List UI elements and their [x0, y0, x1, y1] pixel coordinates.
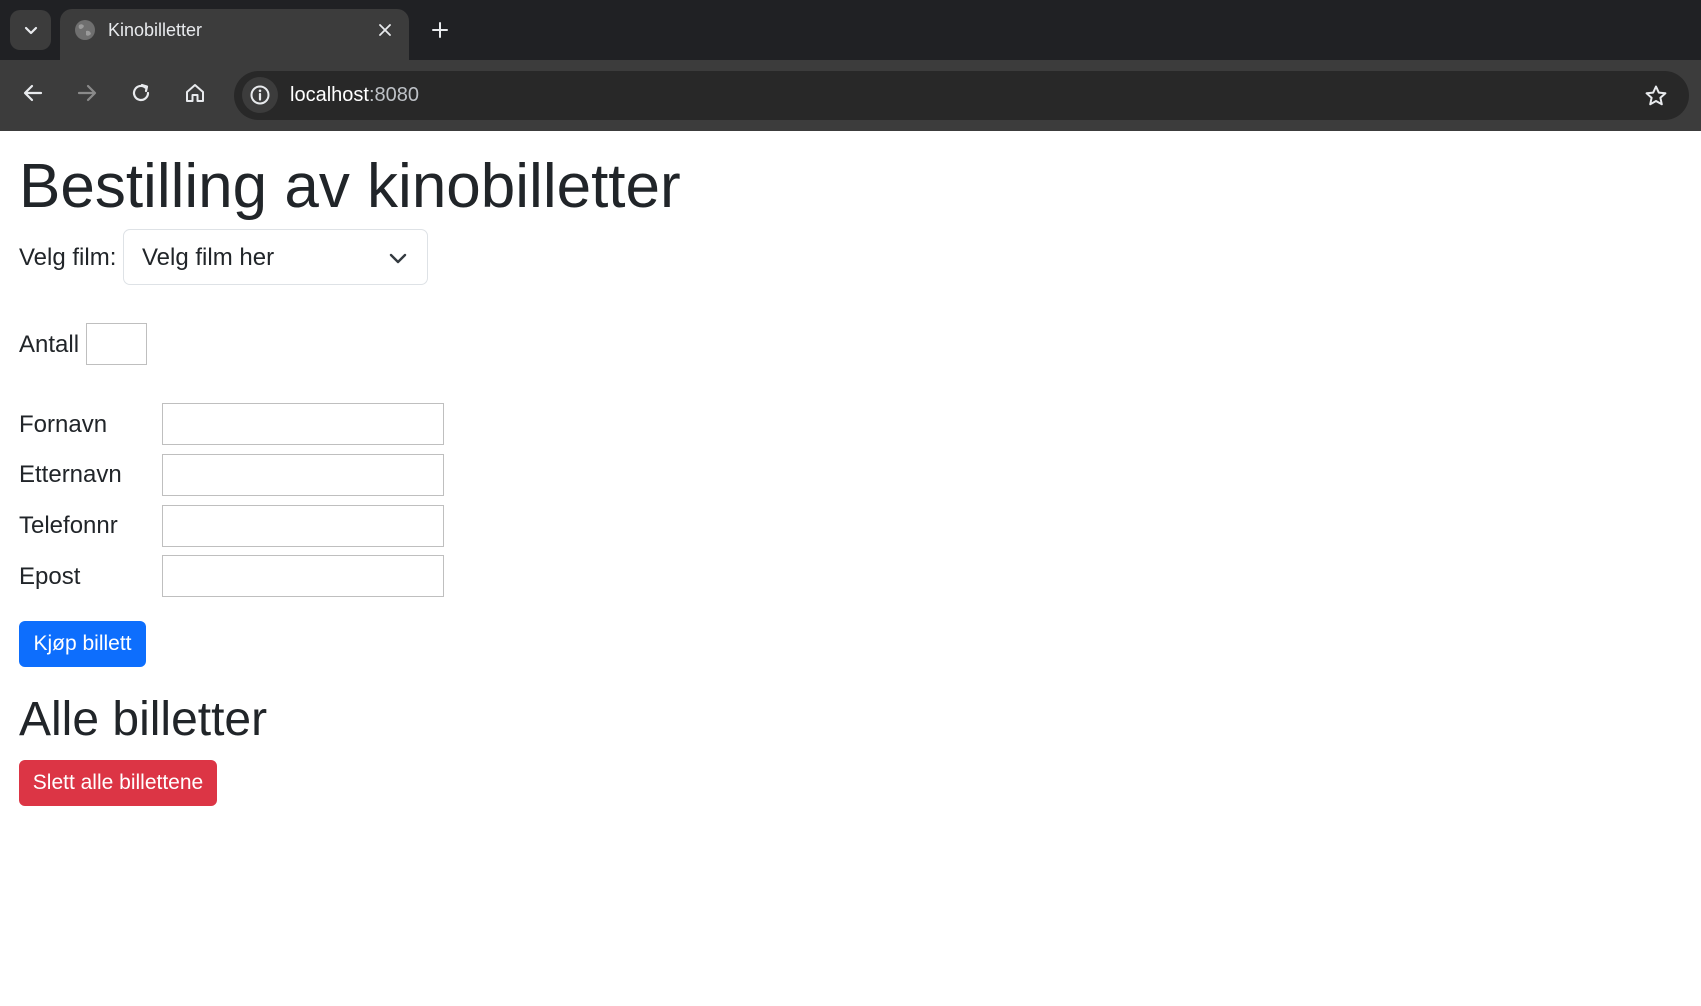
chevron-down-icon: [24, 26, 37, 35]
page-content: Bestilling av kinobilletter Velg film: V…: [0, 131, 1701, 1006]
site-info-button[interactable]: [242, 77, 278, 113]
browser-toolbar: localhost:8080: [0, 60, 1701, 131]
email-input[interactable]: [162, 555, 444, 597]
close-icon: [379, 24, 391, 36]
quantity-label: Antall: [19, 331, 80, 358]
tab-title: Kinobilletter: [108, 20, 203, 40]
film-select-value: Velg film her: [142, 244, 275, 271]
url-port: :8080: [368, 84, 419, 106]
tab-close-button[interactable]: [371, 16, 399, 44]
film-select-label: Velg film:: [19, 244, 117, 271]
browser-tab-active[interactable]: Kinobilletter: [60, 9, 409, 60]
delete-all-tickets-button[interactable]: Slett alle billettene: [19, 760, 217, 806]
first-name-input[interactable]: [162, 403, 444, 445]
quantity-input[interactable]: [86, 323, 147, 365]
first-name-label: Fornavn: [19, 411, 108, 438]
address-bar[interactable]: localhost:8080: [234, 71, 1689, 120]
url-text: localhost:8080: [290, 84, 419, 107]
info-icon: [250, 85, 270, 105]
phone-label: Telefonnr: [19, 512, 118, 539]
last-name-label: Etternavn: [19, 461, 122, 488]
new-tab-button[interactable]: [423, 13, 457, 47]
page-title: Bestilling av kinobilletter: [19, 152, 681, 221]
url-host: localhost: [290, 84, 369, 106]
buy-ticket-button[interactable]: Kjøp billett: [19, 621, 146, 667]
globe-icon: [75, 20, 95, 40]
home-icon: [186, 84, 204, 102]
last-name-input[interactable]: [162, 454, 444, 496]
home-button[interactable]: [176, 74, 214, 112]
reload-button[interactable]: [122, 74, 160, 112]
arrow-right-icon: [77, 84, 97, 102]
phone-input[interactable]: [162, 505, 444, 547]
bookmark-button[interactable]: [1639, 79, 1673, 113]
tab-search-button[interactable]: [10, 10, 51, 50]
forward-button[interactable]: [68, 74, 106, 112]
plus-icon: [432, 22, 448, 38]
email-label: Epost: [19, 563, 81, 590]
reload-icon: [132, 83, 150, 102]
film-select[interactable]: Velg film her: [123, 229, 428, 285]
star-icon: [1645, 85, 1667, 106]
tickets-section-title: Alle billetter: [19, 693, 268, 746]
browser-tabstrip: Kinobilletter: [0, 0, 1701, 60]
chevron-down-icon: [389, 253, 407, 264]
back-button[interactable]: [14, 74, 52, 112]
arrow-left-icon: [23, 84, 43, 102]
